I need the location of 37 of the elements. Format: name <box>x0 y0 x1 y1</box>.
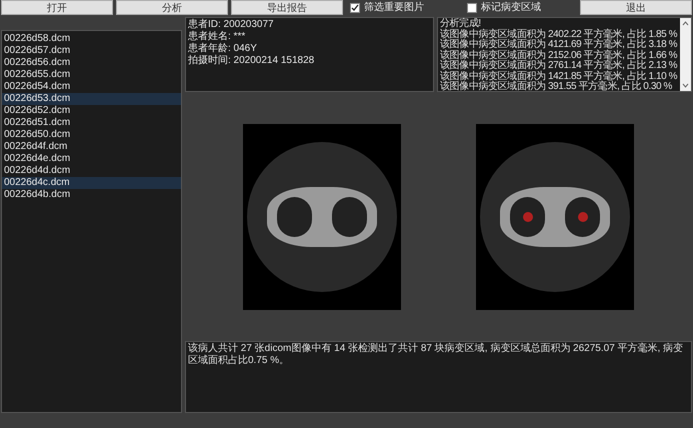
patient-info-text: 拍摄时间: 20200214 151828 <box>188 55 316 67</box>
file-list-item[interactable]: 00226d54.dcm <box>2 81 181 93</box>
log-line: 该图像中病变区域面积为 2402.22 平方毫米, 占比 1.85 % <box>440 30 678 40</box>
file-list-item[interactable]: 00226d53.dcm <box>2 93 181 105</box>
checkbox[interactable] <box>350 2 360 12</box>
file-list-item[interactable]: 00226d57.dcm <box>2 45 181 57</box>
file-list-item[interactable]: 00226d52.dcm <box>2 105 181 117</box>
checkbox-label: 筛选重要图片 <box>364 0 424 15</box>
log-line: 该图像中病变区域面积为 2761.14 平方毫米, 占比 2.13 % <box>440 61 678 71</box>
log-line: 该图像中病变区域面积为 2152.06 平方毫米, 占比 1.66 % <box>440 50 678 60</box>
file-list-item[interactable]: 00226d4f.dcm <box>2 141 181 153</box>
file-list-item[interactable]: 00226d56.dcm <box>2 57 181 69</box>
log-line: 该图像中病变区域面积为 4121.69 平方毫米, 占比 3.18 % <box>440 40 678 50</box>
toolbar-button[interactable]: 导出报告 <box>231 0 343 15</box>
toolbar-button[interactable]: 打开 <box>1 0 113 15</box>
toolbar-button[interactable]: 退出 <box>580 0 692 15</box>
scroll-up-icon[interactable] <box>682 21 689 26</box>
scrollbar[interactable] <box>680 18 691 91</box>
patient-info-text: 患者姓名: *** <box>188 31 246 42</box>
checkbox-label: 标记病变区域 <box>481 0 541 15</box>
file-list-item[interactable]: 00226d51.dcm <box>2 117 181 129</box>
summary-text: 该病人共计 27 张dicom图像中有 14 张检测出了共计 87 块病变区域, 病变区域总面积为 26275.07 平方毫米, 病变区域面积占比0.75 %。 <box>188 343 684 367</box>
checkmark-icon <box>351 4 359 12</box>
patient-info-text: 患者年龄: 046Y <box>188 43 258 54</box>
file-list-item[interactable]: 00226d50.dcm <box>2 129 181 141</box>
log-line: 该图像中病变区域面积为 391.55 平方毫米, 占比 0.30 % <box>440 82 674 91</box>
toolbar-button[interactable]: 分析 <box>116 0 228 15</box>
scroll-down-icon[interactable] <box>682 83 689 88</box>
file-list-item[interactable]: 00226d4d.dcm <box>2 165 181 177</box>
patient-info-text: 患者ID: 200203077 <box>188 19 275 30</box>
file-list-item[interactable]: 00226d58.dcm <box>2 33 181 45</box>
file-list-item[interactable]: 00226d4c.dcm <box>2 177 181 189</box>
log-line: 该图像中病变区域面积为 1421.85 平方毫米, 占比 1.10 % <box>440 72 678 82</box>
checkbox[interactable] <box>467 2 477 12</box>
file-list-item[interactable]: 00226d55.dcm <box>2 69 181 81</box>
file-list-item[interactable]: 00226d4b.dcm <box>2 189 181 201</box>
file-list-item[interactable]: 00226d4e.dcm <box>2 153 181 165</box>
